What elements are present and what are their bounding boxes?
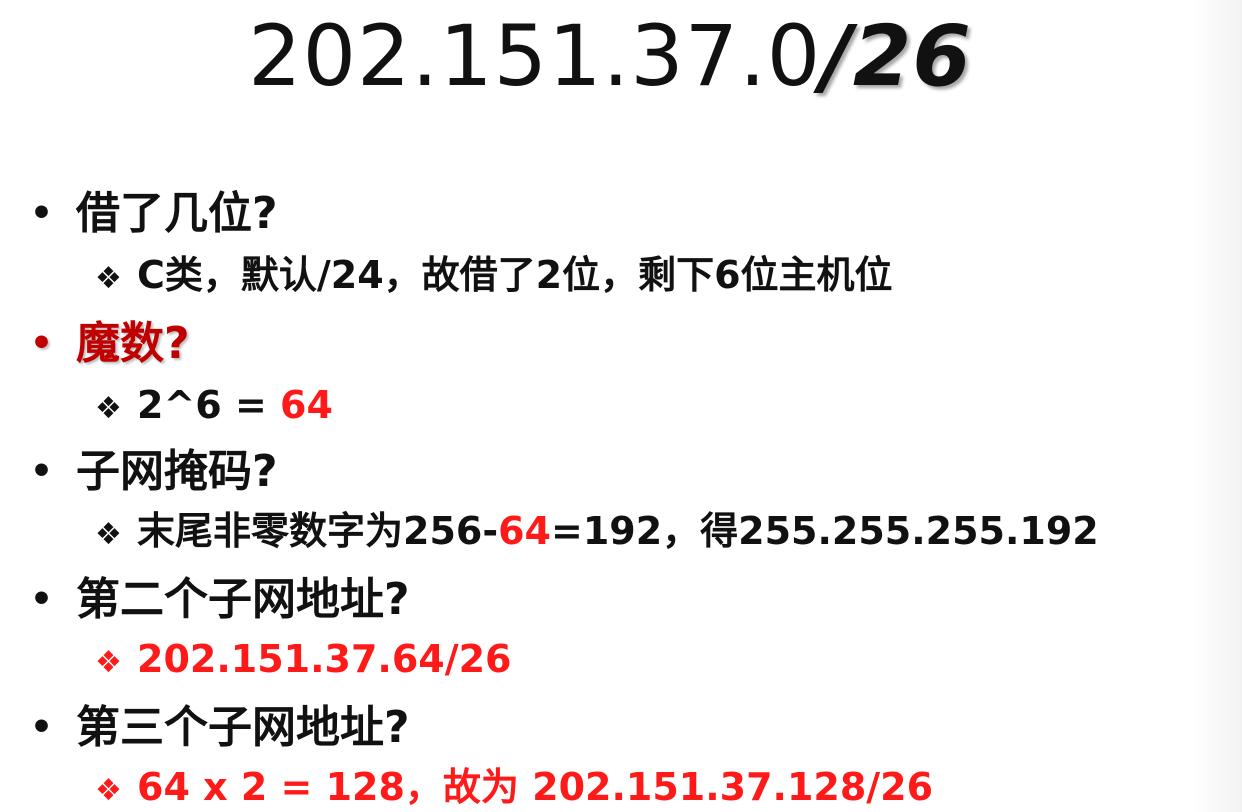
diamond-bullet-icon: ❖ — [95, 773, 122, 808]
bullet-icon: • — [30, 323, 54, 364]
answer-subnet-mask: ❖ 末尾非零数字为256-64=192，得255.255.255.192 — [95, 506, 1099, 560]
diamond-bullet-icon: ❖ — [95, 391, 122, 426]
slide: 202.151.37.0/26 • 借了几位? ❖ C类，默认/24，故借了2位，… — [0, 0, 1242, 812]
question-magic-number: • 魔数? — [30, 316, 190, 372]
question-text: 子网掩码? — [76, 446, 278, 497]
answer-text: C类，默认/24，故借了2位，剩下6位主机位 — [137, 253, 893, 297]
answer-second-subnet: ❖ 202.151.37.64/26 — [95, 634, 511, 688]
answer-magic-number: ❖ 2^6 = 64 — [95, 380, 333, 434]
answer-third-subnet: ❖ 64 x 2 = 128，故为 202.151.37.128/26 — [95, 762, 933, 812]
question-second-subnet: • 第二个子网地址? — [30, 572, 410, 628]
diamond-bullet-icon: ❖ — [95, 261, 122, 296]
bullet-icon: • — [30, 579, 54, 620]
diamond-bullet-icon: ❖ — [95, 645, 122, 680]
answer-prefix: 2^6 = — [137, 383, 281, 427]
question-text: 借了几位? — [76, 188, 278, 239]
answer-text: 202.151.37.64/26 — [137, 637, 512, 681]
answer-borrowed-bits: ❖ C类，默认/24，故借了2位，剩下6位主机位 — [95, 250, 893, 304]
diamond-bullet-icon: ❖ — [95, 517, 122, 552]
bullet-icon: • — [30, 707, 54, 748]
bullet-icon: • — [30, 193, 54, 234]
answer-prefix: 末尾非零数字为256- — [137, 509, 499, 553]
question-subnet-mask: • 子网掩码? — [30, 444, 278, 500]
slide-title: 202.151.37.0/26 — [0, 6, 1220, 106]
answer-highlight: 64 — [280, 383, 333, 427]
bullet-icon: • — [30, 451, 54, 492]
question-text: 第二个子网地址? — [76, 574, 410, 625]
title-network: 202.151.37.0 — [248, 7, 822, 105]
question-third-subnet: • 第三个子网地址? — [30, 700, 410, 756]
question-text: 第三个子网地址? — [76, 702, 410, 753]
question-borrowed-bits: • 借了几位? — [30, 186, 278, 242]
question-text: 魔数? — [76, 318, 190, 369]
title-prefix-length: /26 — [821, 7, 972, 105]
answer-highlight: 64 — [498, 509, 551, 553]
answer-text: 64 x 2 = 128，故为 202.151.37.128/26 — [137, 765, 934, 809]
answer-suffix: =192，得255.255.255.192 — [550, 509, 1099, 553]
